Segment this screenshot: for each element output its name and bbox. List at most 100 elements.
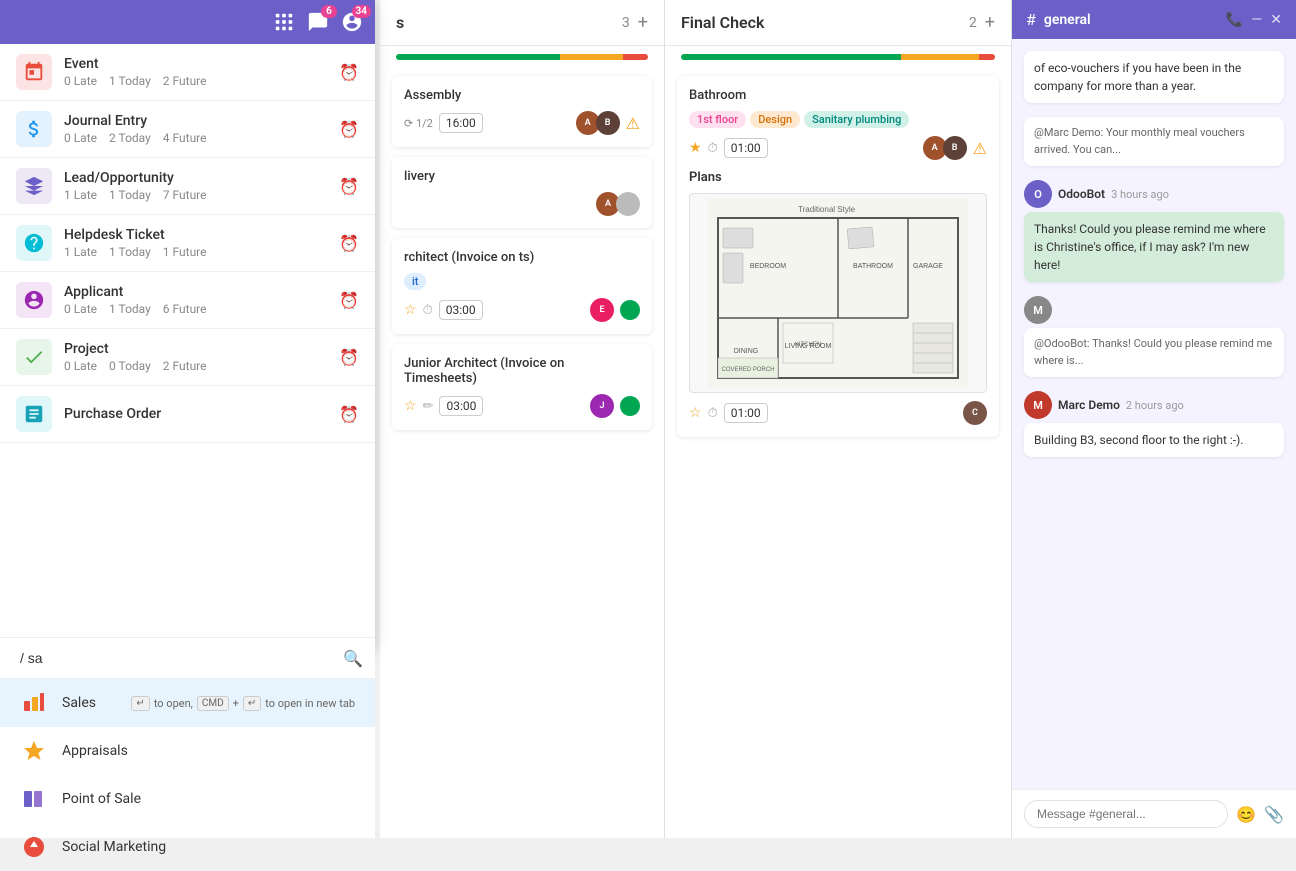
app-item-pos[interactable]: Point of Sale — [0, 775, 375, 823]
applicant-today: 1 Today — [109, 302, 151, 316]
card-bathroom-tags: 1st floor Design Sanitary plumbing — [689, 111, 987, 128]
progress-bar-left — [396, 54, 648, 60]
cmd-key: CMD — [197, 696, 229, 711]
clock-icon[interactable]: ⏱ — [423, 303, 433, 318]
journal-icon — [16, 111, 52, 147]
search-icon[interactable]: 🔍 — [343, 649, 363, 668]
sales-icon — [20, 689, 48, 717]
chat-header-actions: 📞 — ✕ — [1226, 12, 1282, 28]
svg-text:COVERED PORCH: COVERED PORCH — [721, 367, 774, 373]
kanban-cards-final-check: Bathroom 1st floor Design Sanitary plumb… — [665, 68, 1011, 455]
star-icon-junior[interactable]: ☆ — [404, 398, 417, 414]
phone-button[interactable]: 📞 — [1226, 12, 1243, 28]
chat-header: # general 📞 — ✕ — [1012, 0, 1296, 39]
app-item-social[interactable]: Social Marketing — [0, 823, 375, 871]
purchase-icon — [16, 396, 52, 432]
close-button[interactable]: ✕ — [1270, 12, 1282, 28]
app-item-appraisals[interactable]: Appraisals — [0, 727, 375, 775]
helpdesk-clock-icon: ⏰ — [339, 234, 359, 253]
avatar: B — [943, 136, 967, 160]
chat-message-input[interactable] — [1024, 800, 1228, 828]
avatar — [616, 192, 640, 216]
svg-text:BATHROOM: BATHROOM — [853, 263, 893, 270]
event-late: 0 Late — [64, 74, 97, 88]
card-assembly-avatars: A B — [576, 111, 620, 135]
plans-label: Plans — [689, 170, 987, 185]
journal-today: 2 Today — [109, 131, 151, 145]
event-today: 1 Today — [109, 74, 151, 88]
helpdesk-future: 1 Future — [163, 245, 207, 259]
activity-item-lead[interactable]: Lead/Opportunity 1 Late 1 Today 7 Future… — [0, 158, 375, 215]
clock-icon-bathroom2[interactable]: ⏱ — [708, 406, 718, 421]
activity-item-purchase[interactable]: Purchase Order ⏰ — [0, 386, 375, 443]
chat-panel: # general 📞 — ✕ of eco-vouchers if you h… — [1011, 0, 1296, 838]
card-bathroom[interactable]: Bathroom 1st floor Design Sanitary plumb… — [677, 76, 999, 437]
card-architect-title: rchitect (Invoice on ts) — [404, 250, 640, 265]
tag-1st-floor: 1st floor — [689, 111, 746, 128]
activity-item-helpdesk[interactable]: Helpdesk Ticket 1 Late 1 Today 1 Future … — [0, 215, 375, 272]
pos-icon — [20, 785, 48, 813]
card-architect-tags: it — [404, 273, 640, 290]
kanban-add-final-check[interactable]: + — [985, 12, 995, 33]
avatar: B — [596, 111, 620, 135]
card-assembly-footer: ⟳ 1/2 16:00 A B ⚠ — [404, 111, 640, 135]
sales-shortcut: ↵ to open, CMD + ↵ to open in new tab — [131, 696, 355, 711]
applicant-info: Applicant 0 Late 1 Today 6 Future — [64, 284, 339, 316]
card-architect[interactable]: rchitect (Invoice on ts) it ☆ ⏱ 03:00 E — [392, 238, 652, 334]
journal-late: 0 Late — [64, 131, 97, 145]
card-junior-avatars: J — [590, 394, 614, 418]
chat-message-4: M @OdooBot: Thanks! Could you please rem… — [1024, 296, 1284, 377]
card-junior-time: 03:00 — [439, 396, 483, 416]
journal-name: Journal Entry — [64, 113, 339, 129]
project-today: 0 Today — [109, 359, 151, 373]
social-icon — [20, 833, 48, 861]
kanban-add-left[interactable]: + — [638, 12, 648, 33]
helpdesk-info: Helpdesk Ticket 1 Late 1 Today 1 Future — [64, 227, 339, 259]
event-icon — [16, 54, 52, 90]
star-icon[interactable]: ☆ — [404, 302, 417, 318]
emoji-button[interactable]: 😊 — [1236, 805, 1256, 824]
msg-info-3: O OdooBot 3 hours ago — [1024, 180, 1284, 208]
star-icon-bathroom2[interactable]: ☆ — [689, 405, 702, 421]
progress-red-left — [623, 54, 648, 60]
avatar: E — [590, 298, 614, 322]
app-item-sales[interactable]: Sales ↵ to open, CMD + ↵ to open in new … — [0, 679, 375, 727]
chat-notification-icon[interactable]: 6 — [307, 11, 329, 33]
card-junior-architect[interactable]: Junior Architect (Invoice on Timesheets)… — [392, 344, 652, 430]
enter-key: ↵ — [131, 696, 149, 711]
activity-item-applicant[interactable]: Applicant 0 Late 1 Today 6 Future ⏰ — [0, 272, 375, 329]
appraisals-name: Appraisals — [62, 743, 128, 759]
floor-plan-image: Traditional Style BEDROOM BATHROOM GAR — [689, 193, 987, 393]
activity-item-project[interactable]: Project 0 Late 0 Today 2 Future ⏰ — [0, 329, 375, 386]
status-dot-green-junior — [620, 396, 640, 416]
kanban-title-left: s — [396, 13, 404, 32]
chat-badge: 6 — [321, 5, 337, 18]
activity-item-event[interactable]: Event 0 Late 1 Today 2 Future ⏰ — [0, 44, 375, 101]
star-icon-bathroom[interactable]: ★ — [689, 140, 702, 156]
helpdesk-counts: 1 Late 1 Today 1 Future — [64, 245, 339, 259]
card-delivery-avatars: A — [596, 192, 640, 216]
status-dot-green — [620, 300, 640, 320]
clock-icon-bathroom[interactable]: ⏱ — [708, 141, 718, 156]
card-assembly[interactable]: Assembly ⟳ 1/2 16:00 A B ⚠ — [392, 76, 652, 147]
msg-info-4: M — [1024, 296, 1284, 324]
card-delivery-footer: A — [404, 192, 640, 216]
search-input[interactable] — [12, 646, 343, 670]
hashtag-icon: # — [1026, 10, 1036, 29]
grid-icon[interactable] — [273, 11, 295, 33]
minimize-button[interactable]: — — [1251, 12, 1262, 28]
journal-info: Journal Entry 0 Late 2 Today 4 Future — [64, 113, 339, 145]
event-clock-icon: ⏰ — [339, 63, 359, 82]
lead-clock-icon: ⏰ — [339, 177, 359, 196]
card-bathroom-time2: 01:00 — [724, 403, 768, 423]
attach-button[interactable]: 📎 — [1264, 805, 1284, 824]
card-delivery[interactable]: livery A — [392, 157, 652, 228]
edit-icon[interactable]: ✏ — [423, 399, 434, 414]
kanban-header-final-check: Final Check 2 + — [665, 0, 1011, 46]
helpdesk-today: 1 Today — [109, 245, 151, 259]
chat-input-area: 😊 📎 — [1012, 789, 1296, 838]
activity-item-journal[interactable]: Journal Entry 0 Late 2 Today 4 Future ⏰ — [0, 101, 375, 158]
tag-sanitary: Sanitary plumbing — [804, 111, 909, 128]
msg-sender-5: Marc Demo — [1058, 398, 1120, 412]
activity-notification-icon[interactable]: 34 — [341, 11, 363, 33]
